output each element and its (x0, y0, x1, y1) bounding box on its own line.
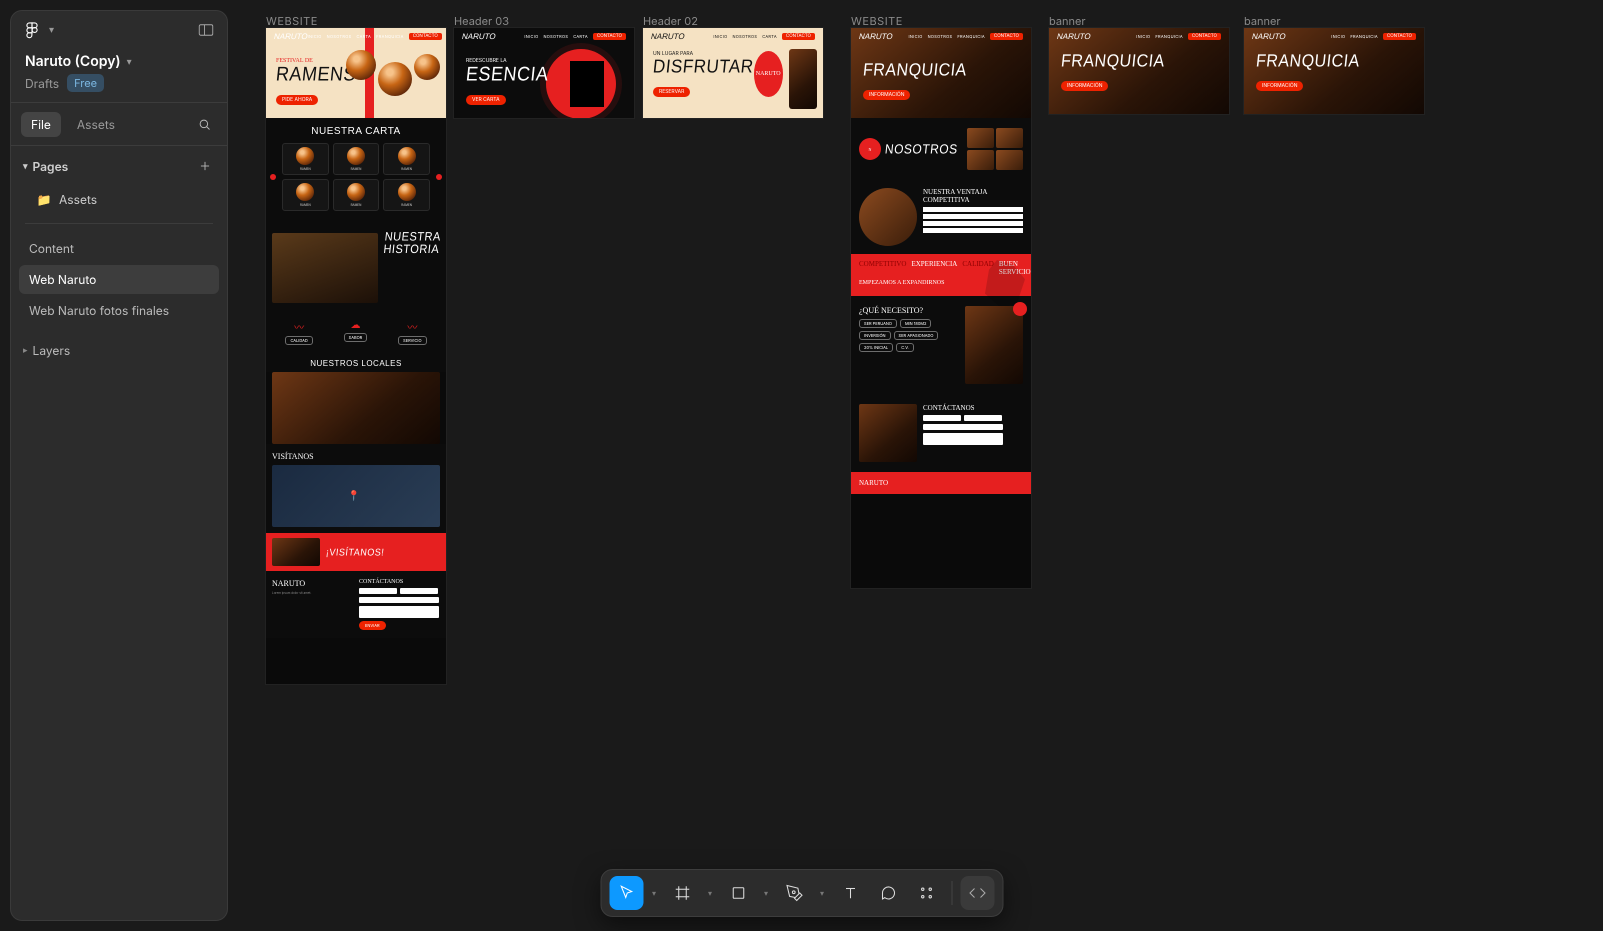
add-page-button[interactable] (195, 156, 215, 176)
file-header: Naruto (Copy) ▾ Drafts Free (11, 49, 227, 103)
frame-label[interactable]: Header 03 (454, 14, 509, 28)
banner-cta: INFORMACIÓN (1256, 81, 1303, 91)
file-title-button[interactable]: Naruto (Copy) ▾ (25, 53, 213, 70)
chevron-down-icon: ▾ (49, 24, 54, 36)
plan-badge[interactable]: Free (67, 74, 104, 92)
pages-section-header[interactable]: ▾ Pages (11, 146, 227, 186)
frame-label[interactable]: banner (1049, 14, 1086, 28)
panel-tabs: File Assets (11, 103, 227, 146)
rectangle-icon (729, 884, 747, 902)
frame-header-02[interactable]: NARUTOINICIONOSOTROSCARTACONTACTO UN LUG… (643, 28, 823, 118)
search-icon (197, 117, 212, 132)
frame-label[interactable]: WEBSITE (851, 14, 903, 28)
plus-icon (198, 159, 212, 173)
banner-title: FRANQUICIA (1060, 52, 1229, 72)
frame-label[interactable]: WEBSITE (266, 14, 318, 28)
send-button: ENVIAR (359, 621, 386, 630)
page-item-web-naruto-fotos[interactable]: Web Naruto fotos finales (19, 296, 219, 325)
frame-label[interactable]: Header 02 (643, 14, 698, 28)
frame-banner-1[interactable]: NARUTOINICIOFRANQUICIACONTACTO FRANQUICI… (1049, 28, 1229, 114)
pages-label: Pages (33, 159, 69, 174)
chevron-down-icon: ▾ (23, 161, 28, 172)
visitanos-title: VISÍTANOS (272, 452, 440, 461)
hero-cta: INFORMACIÓN (863, 90, 910, 100)
canvas[interactable]: WEBSITE Header 03 Header 02 WEBSITE bann… (240, 0, 1603, 931)
frame-tool-chevron[interactable]: ▾ (703, 876, 717, 910)
page-item-content[interactable]: Content (19, 234, 219, 263)
cta: RESERVAR (653, 87, 690, 97)
page-item-web-naruto[interactable]: Web Naruto (19, 265, 219, 294)
text-icon (841, 884, 859, 902)
comment-tool[interactable] (871, 876, 905, 910)
contact-title: CONTÁCTANOS (923, 404, 1023, 412)
frame-label[interactable]: banner (1244, 14, 1281, 28)
brand-logo: NARUTO (273, 32, 309, 41)
title: DISFRUTAR (652, 56, 755, 78)
move-tool-chevron[interactable]: ▾ (647, 876, 661, 910)
toggle-panels-button[interactable] (197, 21, 215, 39)
layers-label: Layers (33, 343, 71, 358)
pen-tool[interactable] (777, 876, 811, 910)
need-title: ¿QUÉ NECESITO? (859, 306, 959, 315)
banner-cta: INFORMACIÓN (1061, 81, 1108, 91)
historia-title: NUESTRA HISTORIA (383, 232, 442, 256)
cursor-icon (617, 884, 635, 902)
nav-cta: CONTACTO (409, 33, 442, 40)
pen-tool-chevron[interactable]: ▾ (815, 876, 829, 910)
main-menu-button[interactable]: ▾ (23, 21, 54, 39)
shape-tool[interactable] (721, 876, 755, 910)
move-tool[interactable] (609, 876, 643, 910)
menu-heading: NUESTRA CARTA (266, 126, 446, 137)
assets-icon: 📁 (37, 193, 51, 207)
hero-title: RAMENS (275, 63, 357, 86)
nav: INICIONOSOTROSCARTAFRANQUICIA (308, 34, 404, 39)
assets-label: Assets (59, 192, 97, 207)
file-title: Naruto (Copy) (25, 53, 121, 70)
divider (25, 223, 213, 224)
frame-icon (673, 884, 691, 902)
ventaja-title: NUESTRA VENTAJA COMPETITIVA (923, 188, 1023, 204)
frame-website-1[interactable]: NARUTO INICIONOSOTROSCARTAFRANQUICIA CON… (266, 28, 446, 684)
figma-logo-icon (23, 21, 41, 39)
title: ESENCIA (465, 62, 550, 85)
cta: VER CARTA (466, 95, 506, 105)
page-list: Content Web Naruto Web Naruto fotos fina… (11, 234, 227, 333)
actions-tool[interactable] (909, 876, 943, 910)
hero-title: FRANQUICIA (862, 61, 968, 81)
hero-cta: PIDE AHORA (276, 95, 318, 105)
text-tool[interactable] (833, 876, 867, 910)
assets-page-item[interactable]: 📁 Assets (11, 186, 227, 213)
comment-icon (879, 884, 897, 902)
code-icon (968, 884, 986, 902)
frame-tool[interactable] (665, 876, 699, 910)
left-sidebar: ▾ Naruto (Copy) ▾ Drafts Free File Asset… (10, 10, 228, 921)
frame-banner-2[interactable]: NARUTOINICIOFRANQUICIACONTACTO FRANQUICI… (1244, 28, 1424, 114)
frame-header-03[interactable]: NARUTOINICIONOSOTROSCARTACONTACTO REDESC… (454, 28, 634, 118)
footer-logo: NARUTO (272, 579, 353, 588)
file-location[interactable]: Drafts (25, 76, 59, 91)
frame-website-2[interactable]: NARUTOINICIONOSOTROSFRANQUICIACONTACTO F… (851, 28, 1031, 588)
locales-title: NUESTROS LOCALES (266, 359, 446, 368)
contact-title: CONTÁCTANOS (359, 579, 440, 585)
search-button[interactable] (191, 111, 217, 137)
toolbar-separator (951, 881, 952, 905)
actions-icon (917, 884, 935, 902)
bottom-toolbar: ▾ ▾ ▾ ▾ (600, 869, 1003, 917)
layers-section-header[interactable]: ▸ Layers (11, 333, 227, 368)
shape-tool-chevron[interactable]: ▾ (759, 876, 773, 910)
tab-file[interactable]: File (21, 112, 61, 137)
tab-assets[interactable]: Assets (67, 112, 125, 137)
nosotros-title: NOSOTROS (884, 141, 964, 156)
chevron-down-icon: ▾ (127, 56, 132, 68)
chevron-right-icon: ▸ (23, 345, 28, 356)
banner-title: FRANQUICIA (1255, 52, 1424, 72)
pen-icon (785, 884, 803, 902)
dev-mode-toggle[interactable] (960, 876, 994, 910)
